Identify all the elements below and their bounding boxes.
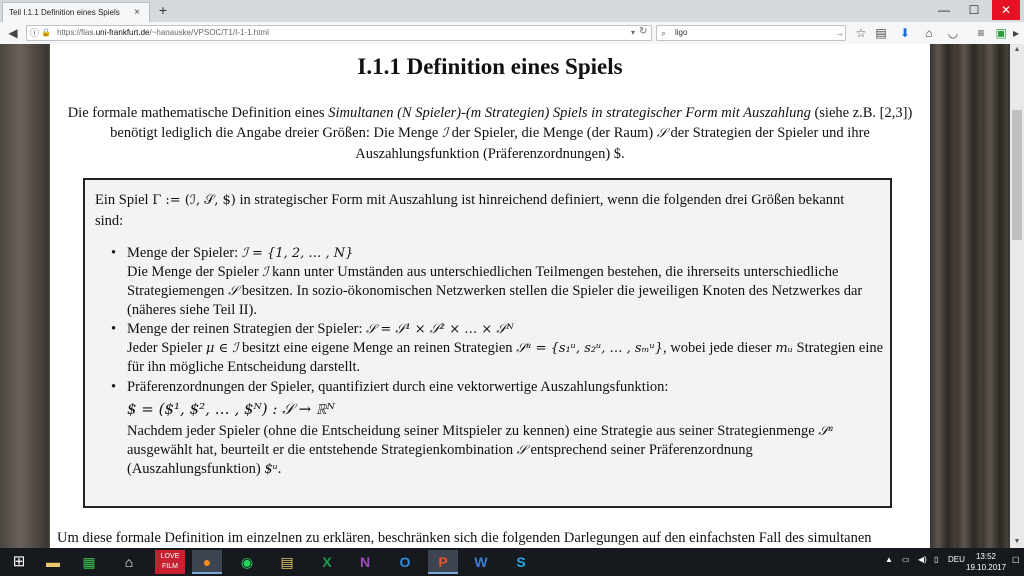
download-icon[interactable]: ⬇	[897, 25, 913, 41]
list-item-players: • Menge der Spieler: ℐ = {1, 2, … , N} D…	[111, 245, 863, 318]
taskbar: ⊞ ▬ ▦ ⌂ LOVE FILM ● ◉ ▤ X N O P W S ▲ ▭ ◀…	[0, 548, 1024, 576]
definition-lead: Ein Spiel Γ := (ℐ, 𝒮, $) in strategische…	[95, 192, 845, 229]
volume-icon[interactable]: ◀)	[918, 555, 927, 564]
browser-tab[interactable]: Teil I.1.1 Definition eines Spiels ×	[2, 2, 150, 22]
close-tab-icon[interactable]: ×	[131, 7, 143, 18]
search-input[interactable]: ⌕ ligo →	[656, 25, 846, 41]
maximize-button[interactable]: ☐	[960, 0, 988, 20]
minimize-button[interactable]: —	[930, 0, 958, 20]
tab-title: Teil I.1.1 Definition eines Spiels	[9, 8, 120, 17]
definition-box: Ein Spiel Γ := (ℐ, 𝒮, $) in strategische…	[83, 178, 892, 508]
bullet-icon: •	[111, 245, 117, 261]
bookmark-star-icon[interactable]: ☆	[853, 25, 869, 41]
home-app-icon[interactable]: ⌂	[114, 550, 144, 574]
close-window-button[interactable]: ✕	[992, 0, 1020, 20]
dropdown-icon[interactable]: ▾	[631, 26, 635, 40]
bullet-icon: •	[111, 379, 117, 395]
scrollbar-thumb[interactable]	[1012, 110, 1022, 240]
search-value: ligo	[675, 28, 688, 37]
menu-icon[interactable]: ≡	[973, 25, 989, 41]
outlook-icon[interactable]: O	[390, 550, 420, 574]
reload-icon[interactable]: ↻	[639, 25, 647, 39]
spotify-icon[interactable]: ◉	[232, 550, 262, 574]
clock[interactable]: 13:52 19.10.2017	[966, 551, 1006, 573]
lock-icon[interactable]: 🔒	[41, 26, 51, 40]
firefox-icon[interactable]: ●	[192, 550, 222, 574]
document-content: I.1.1 Definition eines Spiels Die formal…	[50, 44, 930, 548]
extension-icon[interactable]: ▣	[993, 25, 1009, 41]
back-icon[interactable]: ◀	[5, 25, 21, 41]
network-icon[interactable]: ▭	[902, 555, 910, 564]
page-title: I.1.1 Definition eines Spiels	[357, 54, 623, 79]
tab-bar: Teil I.1.1 Definition eines Spiels × + —…	[0, 0, 1024, 23]
reading-list-icon[interactable]: ▤	[873, 25, 889, 41]
notes-icon[interactable]: ▤	[272, 550, 302, 574]
scroll-down-icon[interactable]: ▼	[1010, 536, 1024, 548]
clock-date: 19.10.2017	[966, 563, 1007, 572]
more-icon[interactable]: ▸	[1008, 25, 1024, 41]
file-explorer-icon[interactable]: ▬	[38, 550, 68, 574]
home-icon[interactable]: ⌂	[921, 25, 937, 41]
page-background-right	[930, 44, 1010, 548]
list-item-strategies: • Menge der reinen Strategien der Spiele…	[111, 321, 884, 375]
tray-arrow-icon[interactable]: ▲	[885, 555, 893, 564]
excel-icon[interactable]: X	[312, 550, 342, 574]
windows-start-icon[interactable]: ⊞	[4, 550, 34, 574]
store-icon[interactable]: ▦	[74, 550, 104, 574]
list-item-preferences: • Präferenzordnungen der Spieler, quanti…	[111, 379, 834, 477]
go-arrow-icon[interactable]: →	[835, 26, 844, 40]
language-indicator[interactable]: DEU	[948, 555, 965, 564]
skype-icon[interactable]: S	[506, 550, 536, 574]
clock-time: 13:52	[975, 552, 997, 561]
nav-toolbar: ◀ ⓘ 🔒 https://fias.uni-frankfurt.de/~han…	[0, 22, 1024, 45]
search-icon: ⌕	[661, 28, 667, 38]
outro-paragraph: Um diese formale Definition im einzelnen…	[57, 530, 872, 546]
notifications-icon[interactable]: ▢	[1012, 555, 1020, 564]
pocket-icon[interactable]: ◡	[945, 25, 961, 41]
url-bar[interactable]: ⓘ 🔒 https://fias.uni-frankfurt.de/~hanau…	[26, 25, 652, 41]
battery-icon[interactable]: ▯	[934, 555, 938, 564]
scroll-up-icon[interactable]: ▲	[1010, 44, 1024, 56]
bullet-icon: •	[111, 321, 117, 337]
word-icon[interactable]: W	[466, 550, 496, 574]
intro-paragraph: Die formale mathematische Definition ein…	[67, 105, 913, 162]
powerpoint-icon[interactable]: P	[428, 550, 458, 574]
onenote-icon[interactable]: N	[350, 550, 380, 574]
new-tab-button[interactable]: +	[155, 2, 171, 18]
lovefilm-icon[interactable]: LOVE FILM	[155, 550, 185, 574]
info-icon[interactable]: ⓘ	[30, 26, 39, 40]
url-text: https://fias.uni-frankfurt.de/~hanauske/…	[57, 28, 269, 37]
